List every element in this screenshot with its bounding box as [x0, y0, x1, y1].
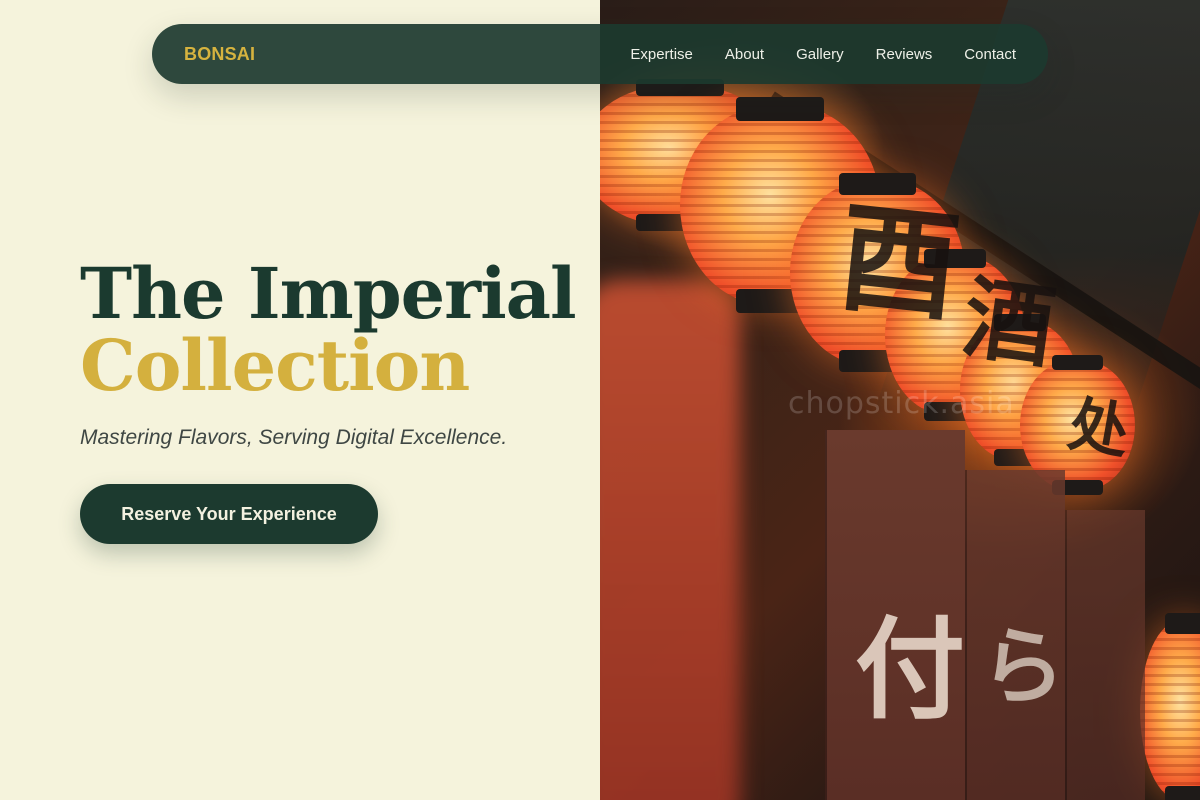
hero-title-line2: Collection [80, 324, 470, 407]
nav-link-about[interactable]: About [725, 46, 764, 63]
reserve-button[interactable]: Reserve Your Experience [80, 484, 378, 544]
nav-link-expertise[interactable]: Expertise [630, 46, 693, 63]
nav-link-reviews[interactable]: Reviews [876, 46, 933, 63]
hero-title: The Imperial Collection [80, 258, 580, 402]
brand-logo[interactable]: BONSAI [184, 44, 255, 65]
hero-title-line1: The Imperial [80, 252, 577, 335]
nav-links: Expertise About Gallery Reviews Contact [630, 46, 1016, 63]
page: The Imperial Collection Mastering Flavor… [0, 0, 1200, 800]
photo-blurred-lantern [600, 280, 740, 800]
photo-lantern [1140, 612, 1200, 800]
photo-noren-curtain [1065, 510, 1145, 800]
photo-noren-curtain: ら [965, 470, 1065, 800]
photo-noren-curtain: 付 [825, 430, 965, 800]
hero-tagline: Mastering Flavors, Serving Digital Excel… [80, 426, 508, 449]
hero-photo: 酉 酒 处 付 ら chopstick.asia [600, 0, 1200, 800]
nav-link-gallery[interactable]: Gallery [796, 46, 844, 63]
hero-left-panel: The Imperial Collection Mastering Flavor… [0, 0, 600, 800]
photo-watermark: chopstick.asia [788, 386, 1015, 421]
top-navbar: BONSAI Expertise About Gallery Reviews C… [152, 24, 1048, 84]
photo-kanji: 酉 [831, 186, 966, 339]
photo-kanji: 酒 [956, 264, 1061, 382]
nav-link-contact[interactable]: Contact [964, 46, 1016, 63]
